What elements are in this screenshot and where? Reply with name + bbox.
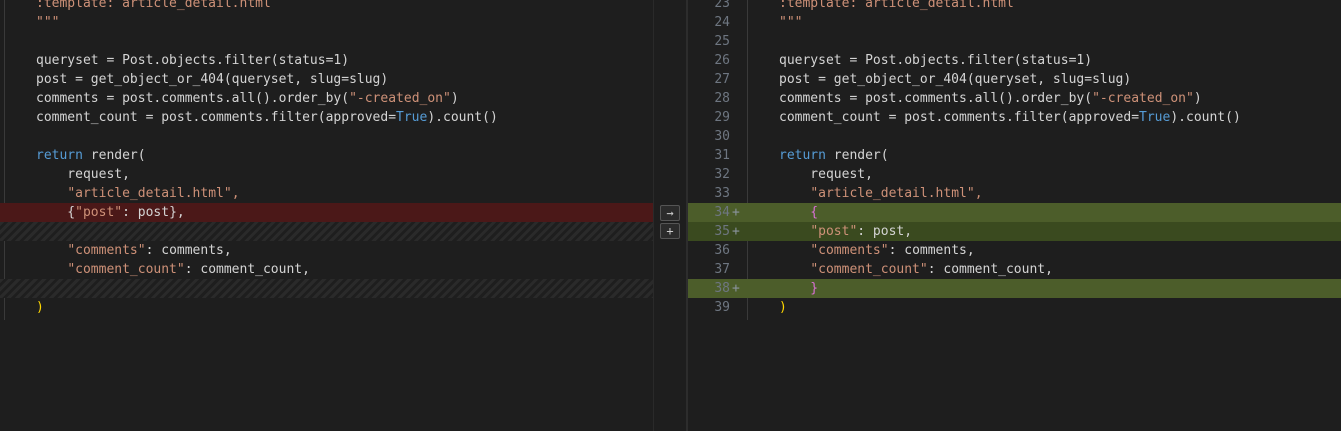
line-number: 33	[714, 186, 730, 201]
plus-icon: +	[666, 224, 674, 238]
line-number: 39	[714, 300, 730, 315]
line-number: 29	[714, 110, 730, 125]
code-line: 27 post = get_object_or_404(queryset, slu…	[688, 70, 1341, 89]
code-line: return render(	[36, 148, 146, 163]
line-number: 28	[714, 91, 730, 106]
code-line: 26 queryset = Post.objects.filter(status=…	[688, 51, 1341, 70]
code-line: 25	[688, 32, 1341, 51]
code-line: comments = post.comments.all().order_by(…	[36, 91, 459, 106]
line-number: 35	[714, 224, 730, 239]
added-line: 34 + {	[688, 203, 1341, 222]
code-line: """	[36, 15, 60, 30]
line-number: 30	[714, 129, 730, 144]
added-line: 35 + "post": post,	[688, 222, 1341, 241]
line-number: 36	[714, 243, 730, 258]
code-line: 28 comments = post.comments.all().order_b…	[688, 89, 1341, 108]
code-line: )	[36, 300, 44, 315]
code-line: 32 request,	[688, 165, 1341, 184]
code-line: 33 "article_detail.html",	[688, 184, 1341, 203]
code-line: "comments": comments,	[67, 243, 232, 258]
line-number: 34	[714, 205, 730, 220]
line-number: 38	[714, 281, 730, 296]
apply-change-button[interactable]: →	[660, 205, 680, 221]
code-line: 39)	[688, 298, 1341, 317]
line-number: 27	[714, 72, 730, 87]
line-number: 23	[714, 0, 730, 11]
code-line: 23:template: article_detail.html	[688, 0, 1341, 13]
code-line: 37 "comment_count": comment_count,	[688, 260, 1341, 279]
line-number: 24	[714, 15, 730, 30]
line-number: 31	[714, 148, 730, 163]
code-line: queryset = Post.objects.filter(status=1)	[36, 53, 350, 68]
line-number: 26	[714, 53, 730, 68]
code-line: 29 comment_count = post.comments.filter(a…	[688, 108, 1341, 127]
insert-change-button[interactable]: +	[660, 223, 680, 239]
code-line: :template: article_detail.html	[36, 0, 271, 11]
removed-line: {"post": post},	[0, 203, 653, 222]
arrow-right-icon: →	[666, 206, 674, 220]
added-line: 38 + }	[688, 279, 1341, 298]
code-line: "article_detail.html",	[67, 186, 240, 201]
code-line: 36 "comments": comments,	[688, 241, 1341, 260]
diff-filler	[0, 222, 653, 241]
code-line: 30	[688, 127, 1341, 146]
code-line: post = get_object_or_404(queryset, slug=…	[36, 72, 389, 87]
line-number: 37	[714, 262, 730, 277]
line-number: 25	[714, 34, 730, 49]
code-line: 31 return render(	[688, 146, 1341, 165]
diff-filler	[0, 279, 653, 298]
line-number: 32	[714, 167, 730, 182]
code-line: request,	[36, 167, 130, 182]
code-line: comment_count = post.comments.filter(app…	[36, 110, 498, 125]
code-line: 24 """	[688, 13, 1341, 32]
diff-right-pane[interactable]: 23:template: article_detail.html 24 """ 2…	[688, 0, 1341, 431]
code-line: "comment_count": comment_count,	[67, 262, 310, 277]
diff-left-pane[interactable]: :template: article_detail.html """ query…	[0, 0, 653, 431]
